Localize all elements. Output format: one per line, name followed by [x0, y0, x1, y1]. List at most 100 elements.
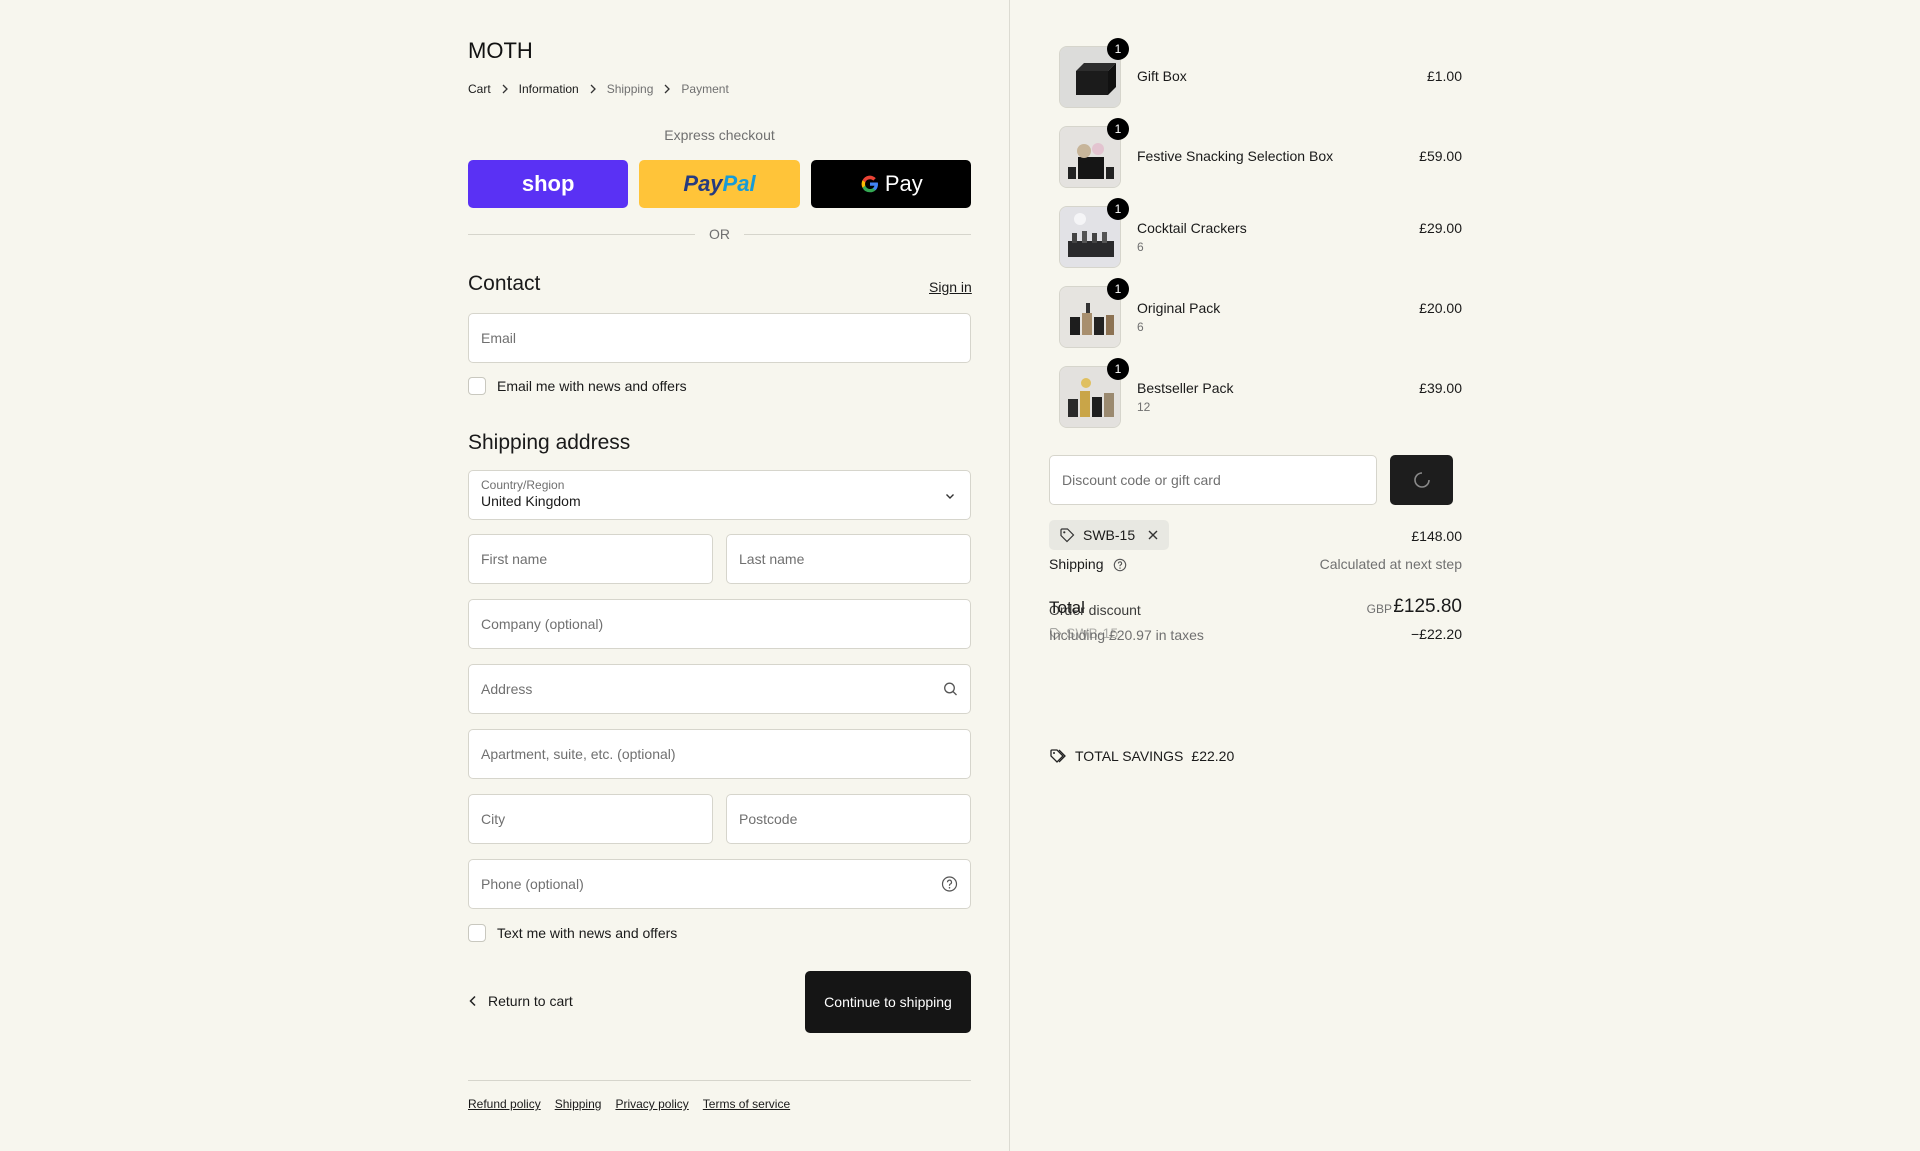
city-placeholder: City: [481, 811, 506, 827]
first-name-field[interactable]: First name: [468, 534, 713, 584]
order-discount-code: SWB-15: [1066, 625, 1119, 641]
discount-code-input[interactable]: Discount code or gift card: [1049, 455, 1377, 505]
item-price: £20.00: [1419, 300, 1462, 316]
item-price: £39.00: [1419, 380, 1462, 396]
apartment-placeholder: Apartment, suite, etc. (optional): [481, 746, 676, 762]
search-icon[interactable]: [943, 682, 958, 697]
chevron-right-icon: [663, 84, 671, 94]
country-value: United Kingdom: [481, 493, 581, 509]
google-pay-button[interactable]: Pay: [810, 160, 971, 208]
total-value: £125.80: [1393, 596, 1462, 617]
phone-field[interactable]: Phone (optional): [468, 859, 971, 909]
breadcrumb: Cart Information Shipping Payment: [468, 82, 729, 96]
help-circle-icon[interactable]: [1113, 558, 1127, 572]
item-name: Gift Box: [1137, 68, 1187, 84]
text-news-checkbox[interactable]: [468, 924, 486, 942]
email-news-checkbox[interactable]: [468, 377, 486, 395]
privacy-policy-link[interactable]: Privacy policy: [615, 1097, 688, 1111]
order-item: 1 Festive Snacking Selection Box £59.00: [1049, 118, 1462, 192]
express-buttons: shop PayPal Pay: [468, 160, 971, 208]
shop-pay-logo: shop: [521, 171, 575, 196]
chevron-right-icon: [589, 84, 597, 94]
last-name-field[interactable]: Last name: [726, 534, 971, 584]
order-item: 1 Cocktail Crackers 6 £29.00: [1049, 198, 1462, 272]
item-name: Bestseller Pack: [1137, 380, 1234, 396]
help-icon[interactable]: [941, 876, 958, 893]
postcode-placeholder: Postcode: [739, 811, 798, 827]
tag-icon: [1059, 527, 1075, 543]
breadcrumb-shipping: Shipping: [606, 82, 654, 96]
quantity-badge: 1: [1107, 118, 1129, 140]
address-field[interactable]: Address: [468, 664, 971, 714]
country-select[interactable]: Country/Region United Kingdom: [468, 470, 971, 520]
paypal-button[interactable]: PayPal: [639, 160, 800, 208]
item-name: Original Pack: [1137, 300, 1221, 316]
google-g-icon: [859, 173, 881, 195]
item-price: £29.00: [1419, 220, 1462, 236]
footer-links: Refund policy Shipping Privacy policy Te…: [468, 1097, 790, 1111]
subtotal-value: £148.00: [1411, 528, 1462, 544]
email-field[interactable]: Email: [468, 313, 971, 363]
breadcrumb-payment: Payment: [681, 82, 729, 96]
terms-of-service-link[interactable]: Terms of service: [703, 1097, 790, 1111]
order-discount-value: −£22.20: [1411, 626, 1462, 642]
shipping-value: Calculated at next step: [1319, 556, 1462, 572]
refund-policy-link[interactable]: Refund policy: [468, 1097, 541, 1111]
shop-pay-button[interactable]: shop: [468, 160, 629, 208]
currency-label: GBP: [1366, 602, 1392, 616]
order-discount-label: Order discount: [1049, 602, 1141, 618]
sign-in-link[interactable]: Sign in: [929, 279, 972, 295]
chevron-left-icon: [468, 995, 478, 1007]
contact-heading: Contact: [468, 272, 541, 295]
company-field[interactable]: Company (optional): [468, 599, 971, 649]
order-item: 1 Original Pack 6 £20.00: [1049, 278, 1462, 352]
postcode-field[interactable]: Postcode: [726, 794, 971, 844]
remove-discount-icon[interactable]: [1147, 529, 1159, 541]
city-field[interactable]: City: [468, 794, 713, 844]
applied-discount-tag: SWB-15: [1049, 520, 1170, 550]
loading-spinner-icon: [1412, 470, 1432, 490]
order-item: 1 Bestseller Pack 12 £39.00: [1049, 358, 1462, 432]
item-name: Cocktail Crackers: [1137, 220, 1247, 236]
breadcrumb-information: Information: [518, 82, 579, 96]
tag-icon: [1049, 627, 1062, 640]
order-discount-code-row: SWB-15: [1049, 625, 1118, 641]
quantity-badge: 1: [1107, 198, 1129, 220]
paypal-logo: PayPal: [683, 171, 756, 196]
discount-code-placeholder: Discount code or gift card: [1062, 472, 1221, 488]
item-variant: 6: [1137, 320, 1144, 334]
or-divider: OR: [468, 226, 971, 242]
footer-divider: [468, 1080, 971, 1081]
return-to-cart-label: Return to cart: [488, 993, 573, 1009]
checkout-main: MOTH Cart Information Shipping Payment E…: [0, 0, 1009, 1151]
apply-discount-button[interactable]: [1390, 455, 1453, 505]
item-variant: 12: [1137, 400, 1151, 414]
google-pay-label: Pay: [884, 171, 923, 196]
divider-line: [744, 233, 971, 235]
chevron-down-icon: [944, 489, 956, 505]
total-savings-value: £22.20: [1191, 748, 1235, 764]
tags-icon: [1049, 748, 1067, 764]
email-placeholder: Email: [481, 330, 517, 346]
return-to-cart-link[interactable]: Return to cart: [468, 993, 573, 1009]
discount-code: SWB-15: [1083, 527, 1136, 543]
total-and-discount-area: Total Order discount GBP £125.80 Includi…: [1049, 596, 1462, 646]
email-news-label: Email me with news and offers: [497, 378, 687, 394]
express-checkout-label: Express checkout: [664, 127, 775, 143]
or-label: OR: [709, 226, 730, 242]
shipping-policy-link[interactable]: Shipping: [555, 1097, 602, 1111]
breadcrumb-cart[interactable]: Cart: [468, 82, 491, 96]
text-news-checkbox-row[interactable]: Text me with news and offers: [468, 924, 677, 942]
company-placeholder: Company (optional): [481, 616, 604, 632]
total-savings-label: TOTAL SAVINGS: [1075, 748, 1184, 764]
order-summary: 1 Gift Box £1.00 1 Festive Snacking Sele…: [1009, 0, 1920, 1151]
chevron-right-icon: [501, 84, 509, 94]
brand-logo[interactable]: MOTH: [468, 38, 533, 64]
phone-placeholder: Phone (optional): [481, 876, 584, 892]
item-variant: 6: [1137, 240, 1144, 254]
email-news-checkbox-row[interactable]: Email me with news and offers: [468, 377, 687, 395]
order-item: 1 Gift Box £1.00: [1049, 38, 1462, 112]
apartment-field[interactable]: Apartment, suite, etc. (optional): [468, 729, 971, 779]
continue-to-shipping-button[interactable]: Continue to shipping: [805, 971, 971, 1033]
shipping-row: Shipping Calculated at next step: [1049, 556, 1462, 572]
